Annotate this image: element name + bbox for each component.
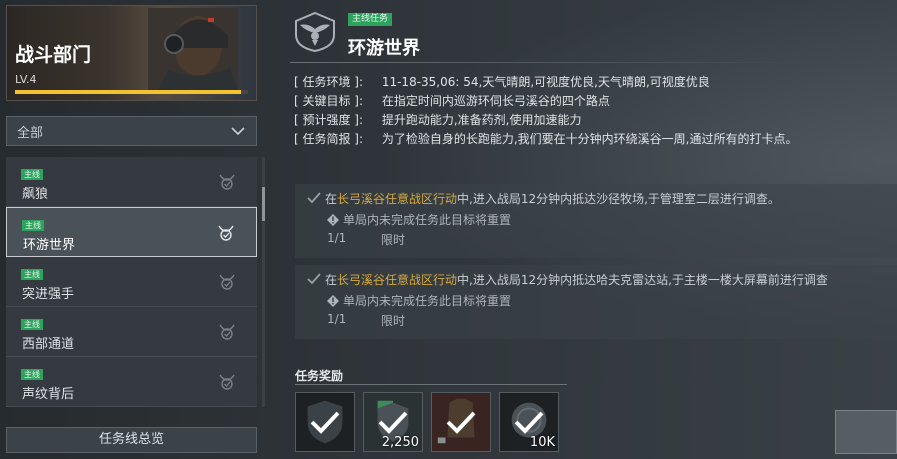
warning-icon <box>327 214 339 226</box>
mission-item-feilang[interactable]: 主线 飙狼 <box>6 157 257 207</box>
mission-filter-dropdown[interactable]: 全部 <box>6 116 257 146</box>
mission-info: [ 任务环境 ]: 11-18-35,06: 54,天气晴朗,可视度优良,天气晴… <box>294 73 894 149</box>
objective-suffix: 中,进入战局12分钟内抵达哈夫克雷达站,于主楼一楼大屏幕前进行调查 <box>457 273 828 287</box>
objective-location-highlight: 长弓溪谷任意战区行动 <box>337 192 458 206</box>
chevron-down-icon <box>231 127 245 136</box>
mission-title: 环游世界 <box>348 38 420 59</box>
objective-description: 在长弓溪谷任意战区行动中,进入战局12分钟内抵达沙径牧场,于管理室二层进行调查。 <box>325 190 780 207</box>
department-card[interactable]: 战斗部门 LV.4 <box>6 5 257 101</box>
warning-text: 单局内未完成任务此目标将重置 <box>343 213 512 227</box>
warning-icon <box>327 295 339 307</box>
check-icon <box>307 192 321 204</box>
info-label: [ 任务环境 ]: <box>294 75 364 89</box>
main-quest-tag: 主线 <box>21 269 43 280</box>
main-quest-tag: 主线 <box>21 169 43 180</box>
mission-item-huanyou[interactable]: 主线 环游世界 <box>6 207 257 257</box>
mission-name: 飙狼 <box>22 187 49 202</box>
check-icon <box>446 411 476 434</box>
rewards-label: 任务奖励 <box>295 369 344 383</box>
mission-name: 西部通道 <box>22 337 75 352</box>
side-panel-card[interactable] <box>835 410 897 454</box>
department-level: LV.4 <box>15 73 37 86</box>
completed-badge-icon <box>219 374 235 390</box>
warning-text: 单局内未完成任务此目标将重置 <box>343 294 512 308</box>
info-row-environment: [ 任务环境 ]: 11-18-35,06: 54,天气晴朗,可视度优良,天气晴… <box>294 73 894 92</box>
main-quest-tag: 主线任务 <box>348 13 393 26</box>
completed-badge-icon <box>219 174 235 190</box>
objective-progress: 1/1 <box>327 231 347 245</box>
reward-quantity: 2,250 <box>381 435 419 450</box>
info-value: 11-18-35,06: 54,天气晴朗,可视度优良,天气晴朗,可视度优良 <box>381 75 710 89</box>
reward-slot-2[interactable]: 2,250 <box>363 392 423 452</box>
objective-progress: 1/1 <box>327 312 347 326</box>
divider <box>290 62 810 63</box>
soldier-portrait <box>148 8 238 90</box>
check-icon <box>307 273 321 285</box>
reward-slot-3[interactable] <box>431 392 491 452</box>
objective-location-highlight: 长弓溪谷任意战区行动 <box>337 273 458 287</box>
objective-description: 在长弓溪谷任意战区行动中,进入战局12分钟内抵达哈夫克雷达站,于主楼一楼大屏幕前… <box>325 271 828 288</box>
check-icon <box>310 411 340 434</box>
info-row-briefing: [ 任务简报 ]: 为了检验自身的长跑能力,我们要在十分钟内环绕溪谷一周,通过所… <box>294 130 894 149</box>
objective-warning: 单局内未完成任务此目标将重置 <box>327 211 511 228</box>
level-progress-track <box>15 90 248 94</box>
objective-suffix: 中,进入战局12分钟内抵达沙径牧场,于管理室二层进行调查。 <box>457 192 780 206</box>
mission-list: 主线 飙狼 主线 环游世界 主线 突进强手 主线 西部通道 主线 声纹背后 <box>6 157 257 407</box>
left-panel: 战斗部门 LV.4 全部 主线 飙狼 主线 环游世界 主线 突进强手 主线 西部… <box>0 0 265 459</box>
info-label: [ 任务简报 ]: <box>294 132 364 146</box>
reward-slot-4[interactable]: 10K <box>499 392 559 452</box>
mission-list-scrollbar[interactable] <box>262 157 265 407</box>
objective-warning: 单局内未完成任务此目标将重置 <box>327 292 511 309</box>
scrollbar-thumb[interactable] <box>262 187 265 221</box>
level-progress-fill <box>15 90 241 94</box>
objective-prefix: 在 <box>325 192 338 206</box>
info-value: 提升跑动能力,准备药剂,使用加速能力 <box>381 113 582 127</box>
info-value: 为了检验自身的长跑能力,我们要在十分钟内环绕溪谷一周,通过所有的打卡点。 <box>381 132 798 146</box>
completed-badge-icon <box>218 225 234 241</box>
objective-time-limit: 限时 <box>381 233 406 247</box>
check-icon <box>378 411 408 434</box>
mission-item-xibu[interactable]: 主线 西部通道 <box>6 307 257 357</box>
completed-badge-icon <box>219 324 235 340</box>
info-row-target: [ 关键目标 ]: 在指定时间内巡游环伺长弓溪谷的四个路点 <box>294 92 894 111</box>
main-quest-tag: 主线 <box>21 319 43 330</box>
filter-selected-value: 全部 <box>17 125 44 141</box>
objective-2: 在长弓溪谷任意战区行动中,进入战局12分钟内抵达哈夫克雷达站,于主楼一楼大屏幕前… <box>295 265 897 339</box>
info-label: [ 预计强度 ]: <box>294 113 364 127</box>
mission-name: 声纹背后 <box>22 387 75 402</box>
department-title: 战斗部门 <box>15 44 92 66</box>
reward-quantity: 10K <box>529 435 555 450</box>
mission-name: 环游世界 <box>23 238 76 253</box>
info-row-intensity: [ 预计强度 ]: 提升跑动能力,准备药剂,使用加速能力 <box>294 111 894 130</box>
info-value: 在指定时间内巡游环伺长弓溪谷的四个路点 <box>381 94 610 108</box>
eagle-emblem-icon <box>295 11 335 53</box>
mission-item-tujin[interactable]: 主线 突进强手 <box>6 257 257 307</box>
info-label: [ 关键目标 ]: <box>294 94 364 108</box>
reward-slot-1[interactable] <box>295 392 355 452</box>
divider <box>295 384 567 385</box>
check-icon <box>514 411 544 434</box>
objective-time-limit: 限时 <box>381 314 406 328</box>
main-quest-tag: 主线 <box>21 369 43 380</box>
mission-name: 突进强手 <box>22 287 75 302</box>
objective-1: 在长弓溪谷任意战区行动中,进入战局12分钟内抵达沙径牧场,于管理室二层进行调查。… <box>295 184 897 258</box>
mission-item-shengwen[interactable]: 主线 声纹背后 <box>6 357 257 407</box>
main-quest-tag: 主线 <box>22 220 44 231</box>
mission-overview-button[interactable]: 任务线总览 <box>6 427 257 453</box>
completed-badge-icon <box>219 274 235 290</box>
objective-prefix: 在 <box>325 273 338 287</box>
